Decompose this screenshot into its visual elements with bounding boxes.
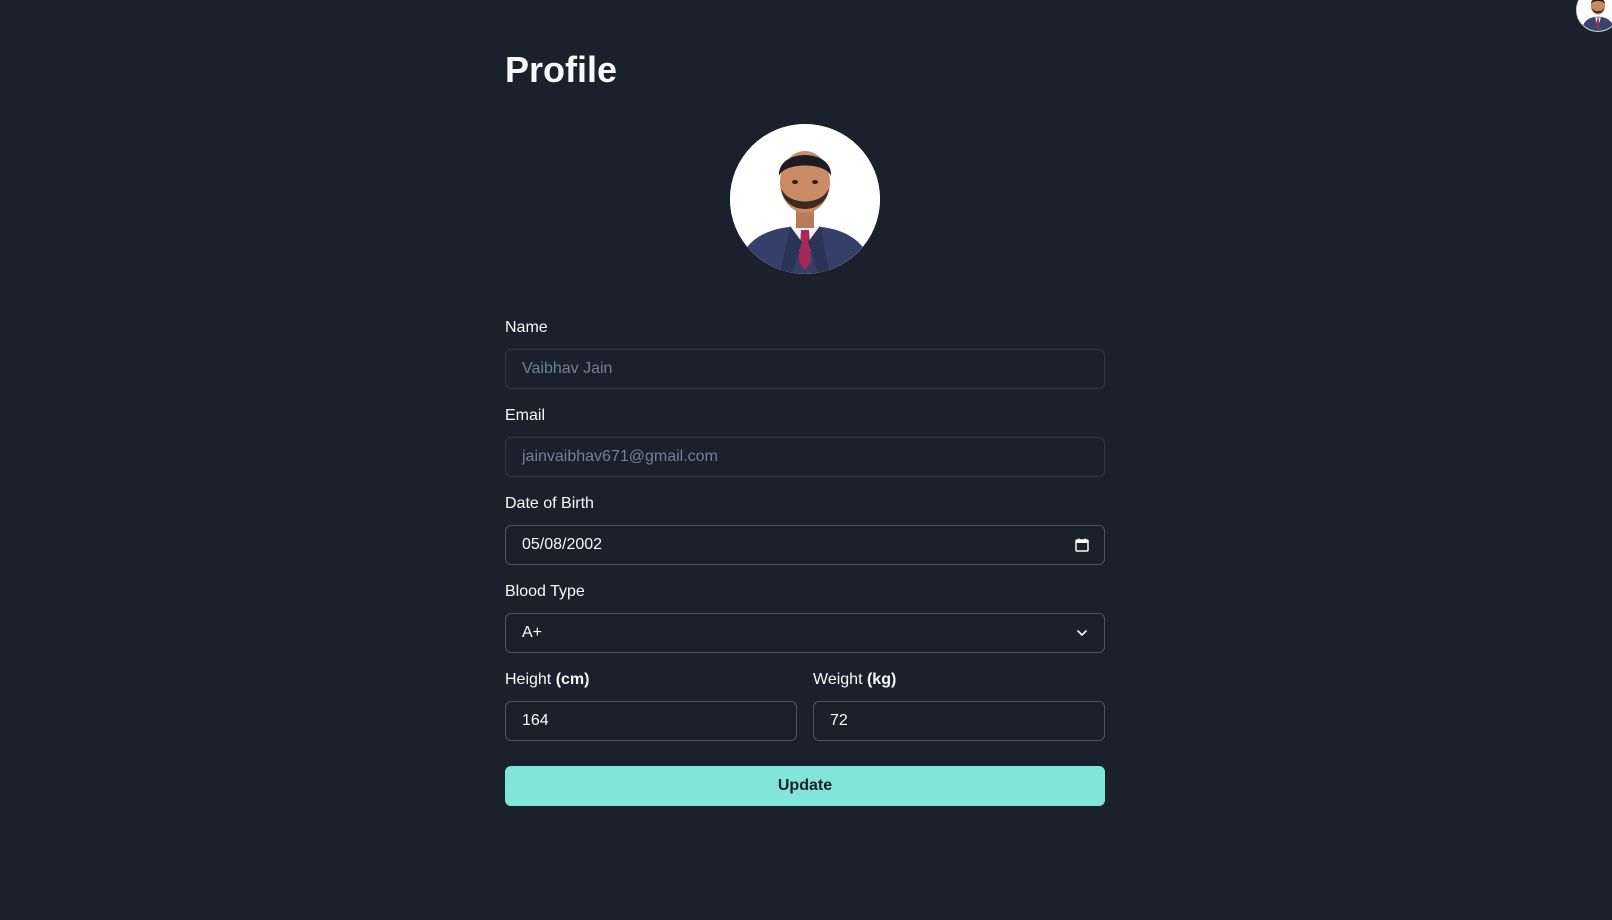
dob-field[interactable]: 05/08/2002 — [505, 525, 1105, 565]
name-label: Name — [505, 319, 548, 336]
page-title: Profile — [505, 49, 618, 90]
height-label-text: Height — [505, 671, 552, 688]
height-field[interactable]: 164 — [505, 701, 797, 741]
name-value: Vaibhav Jain — [522, 360, 613, 377]
user-avatar-icon[interactable] — [1576, 0, 1612, 32]
email-value: jainvaibhav671@gmail.com — [522, 448, 718, 465]
update-button[interactable]: Update — [505, 766, 1105, 806]
email-field[interactable]: jainvaibhav671@gmail.com — [505, 437, 1105, 477]
dob-label: Date of Birth — [505, 495, 594, 512]
name-field[interactable]: Vaibhav Jain — [505, 349, 1105, 389]
blood-type-select[interactable]: A+ — [505, 613, 1105, 653]
chevron-down-icon — [1077, 630, 1087, 636]
profile-page: Profile Name Vaibhav Jain Email jainvaib… — [0, 0, 1612, 920]
height-unit: (cm) — [555, 671, 590, 688]
height-label: Height (cm) — [505, 670, 589, 690]
calendar-icon[interactable] — [1074, 537, 1090, 553]
blood-type-label: Blood Type — [505, 583, 585, 600]
weight-field[interactable]: 72 — [813, 701, 1105, 741]
dob-value: 05/08/2002 — [522, 536, 603, 553]
weight-label: Weight (kg) — [813, 670, 896, 690]
blood-type-value: A+ — [522, 624, 543, 641]
weight-unit: (kg) — [866, 671, 897, 688]
weight-value: 72 — [830, 712, 848, 729]
email-label: Email — [505, 407, 546, 424]
profile-photo-icon — [730, 124, 880, 274]
weight-label-text: Weight — [813, 671, 863, 688]
height-value: 164 — [522, 712, 549, 729]
